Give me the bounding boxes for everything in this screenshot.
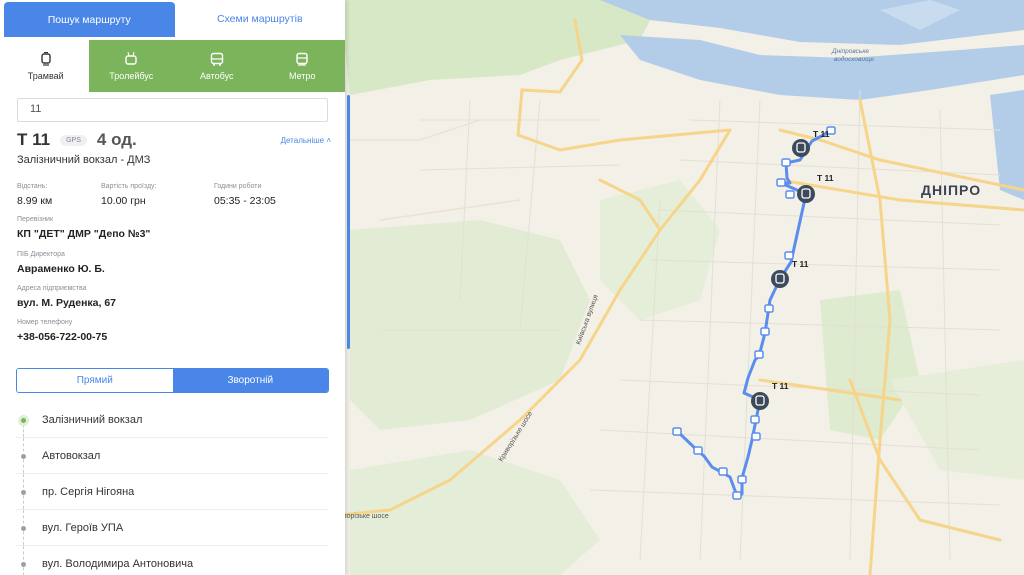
stop-item[interactable]: пр. Сергія Нігояна [16,474,328,510]
director-info: ПІБ Директора Авраменко Ю. Б. [17,251,105,275]
stop-item[interactable]: Залізничний вокзал [16,402,328,438]
stop-name: пр. Сергія Нігояна [42,485,135,498]
map-stop-icon[interactable] [754,350,764,359]
mode-tab-label: Метро [289,70,316,81]
svg-text:Т 11: Т 11 [813,129,830,139]
route-panel: Пошук маршруту Схеми маршрутів Трамвай Т… [0,0,345,575]
map-stop-icon[interactable] [784,251,794,260]
hours-info: Години роботи 05:35 - 23:05 [214,183,276,207]
stop-dot-icon [21,526,26,531]
metro-icon [296,52,308,66]
details-link[interactable]: Детальніше ˄ [281,136,331,145]
carrier-value: КП "ДЕТ" ДМР "Депо №3" [17,228,151,240]
route-name: Залізничний вокзал - ДМЗ [17,154,151,166]
map-stop-icon[interactable] [751,432,761,441]
vehicle-count: 4 од. [96,130,137,149]
address-value: вул. М. Руденка, 67 [17,297,117,309]
map-stop-icon[interactable] [718,467,728,476]
stop-name: вул. Героїв УПА [42,521,124,534]
tab-route-schemes[interactable]: Схеми маршрутів [174,0,345,37]
mode-tab-metro[interactable]: Метро [259,40,345,92]
stop-item[interactable]: вул. Володимира Антоновича [16,546,328,575]
mode-tab-label: Трамвай [27,70,64,81]
mode-tab-label: Тролейбус [109,70,154,81]
hours-value: 05:35 - 23:05 [214,195,276,207]
map-stop-icon[interactable] [764,304,774,313]
svg-text:Т 11: Т 11 [792,259,809,269]
stop-item[interactable]: Автовокзал [16,438,328,474]
tram-icon [41,51,51,66]
svg-text:Т 11: Т 11 [772,381,789,391]
gps-badge: GPS [60,134,87,146]
stop-dot-icon [21,454,26,459]
stop-connector [23,546,24,575]
road-label-kryvorizke-2: ворізьке шосе [343,512,389,520]
panel-scrollbar[interactable] [347,95,350,349]
stop-dot-icon [21,562,26,567]
hours-label: Години роботи [214,183,262,190]
address-label: Адреса підприємства [17,285,87,292]
transport-mode-tabs: Трамвай Тролейбус Автобус Метро [3,40,345,92]
stop-name: вул. Володимира Антоновича [42,557,194,570]
stop-list: Залізничний вокзал Автовокзал пр. Сергія… [16,402,328,575]
bus-icon [210,52,223,66]
reservoir-label: Дніпровське [831,47,869,55]
carrier-info: Перевізник КП "ДЕТ" ДМР "Депо №3" [17,216,150,240]
director-value: Авраменко Ю. Б. [17,263,105,275]
phone-info: Номер телефону +38-056-722-00-75 [17,319,107,343]
distance-label: Відстань: [17,183,48,190]
carrier-label: Перевізник [17,216,54,223]
address-info: Адреса підприємства вул. М. Руденка, 67 [17,285,116,309]
reservoir-label-2: водосховище [834,55,875,63]
header-tabs: Пошук маршруту Схеми маршрутів [0,0,345,37]
mode-tab-bus[interactable]: Автобус [174,40,260,92]
svg-text:Т 11: Т 11 [817,173,834,183]
city-label: ДНІПРО [921,182,981,198]
stop-item[interactable]: вул. Героїв УПА [16,510,328,546]
details-link-label: Детальніше [280,135,325,145]
distance-value: 8.99 км [17,195,53,207]
map-stop-icon[interactable] [732,491,742,500]
stop-dot-icon [21,490,26,495]
distance-info: Відстань: 8.99 км [17,183,52,207]
stop-name: Залізничний вокзал [42,413,143,426]
phone-label: Номер телефону [17,319,73,326]
direction-toggle: Прямий Зворотній [16,368,329,393]
route-header: Т 11 GPS 4 од. Детальніше ˄ [17,130,331,150]
map-stop-icon[interactable] [693,446,703,455]
map-stop-icon[interactable] [781,158,791,167]
route-search-input[interactable]: 11 [17,98,328,122]
direction-forward-button[interactable]: Прямий [17,369,173,392]
map-stop-icon[interactable] [672,427,682,436]
map-stop-icon[interactable] [785,190,795,199]
route-number: Т 11 [17,130,51,149]
map-stop-icon[interactable] [776,178,786,187]
stop-current-icon [18,415,29,426]
mode-tab-trolleybus[interactable]: Тролейбус [88,40,174,92]
phone-value[interactable]: +38-056-722-00-75 [17,331,107,343]
mode-tab-tram[interactable]: Трамвай [3,40,89,92]
tab-route-search[interactable]: Пошук маршруту [4,2,175,37]
map-stop-icon[interactable] [737,475,747,484]
chevron-up-icon: ˄ [326,135,331,145]
fare-info: Вартість проїзду: 10.00 грн [101,183,156,207]
fare-value: 10.00 грн [101,195,146,207]
fare-label: Вартість проїзду: [101,183,157,190]
map-stop-icon[interactable] [760,327,770,336]
mode-tab-label: Автобус [200,70,234,81]
trolleybus-icon [125,51,137,65]
direction-reverse-button[interactable]: Зворотній [172,369,328,392]
stop-name: Автовокзал [42,449,101,462]
director-label: ПІБ Директора [17,251,65,258]
map-stop-icon[interactable] [750,415,760,424]
